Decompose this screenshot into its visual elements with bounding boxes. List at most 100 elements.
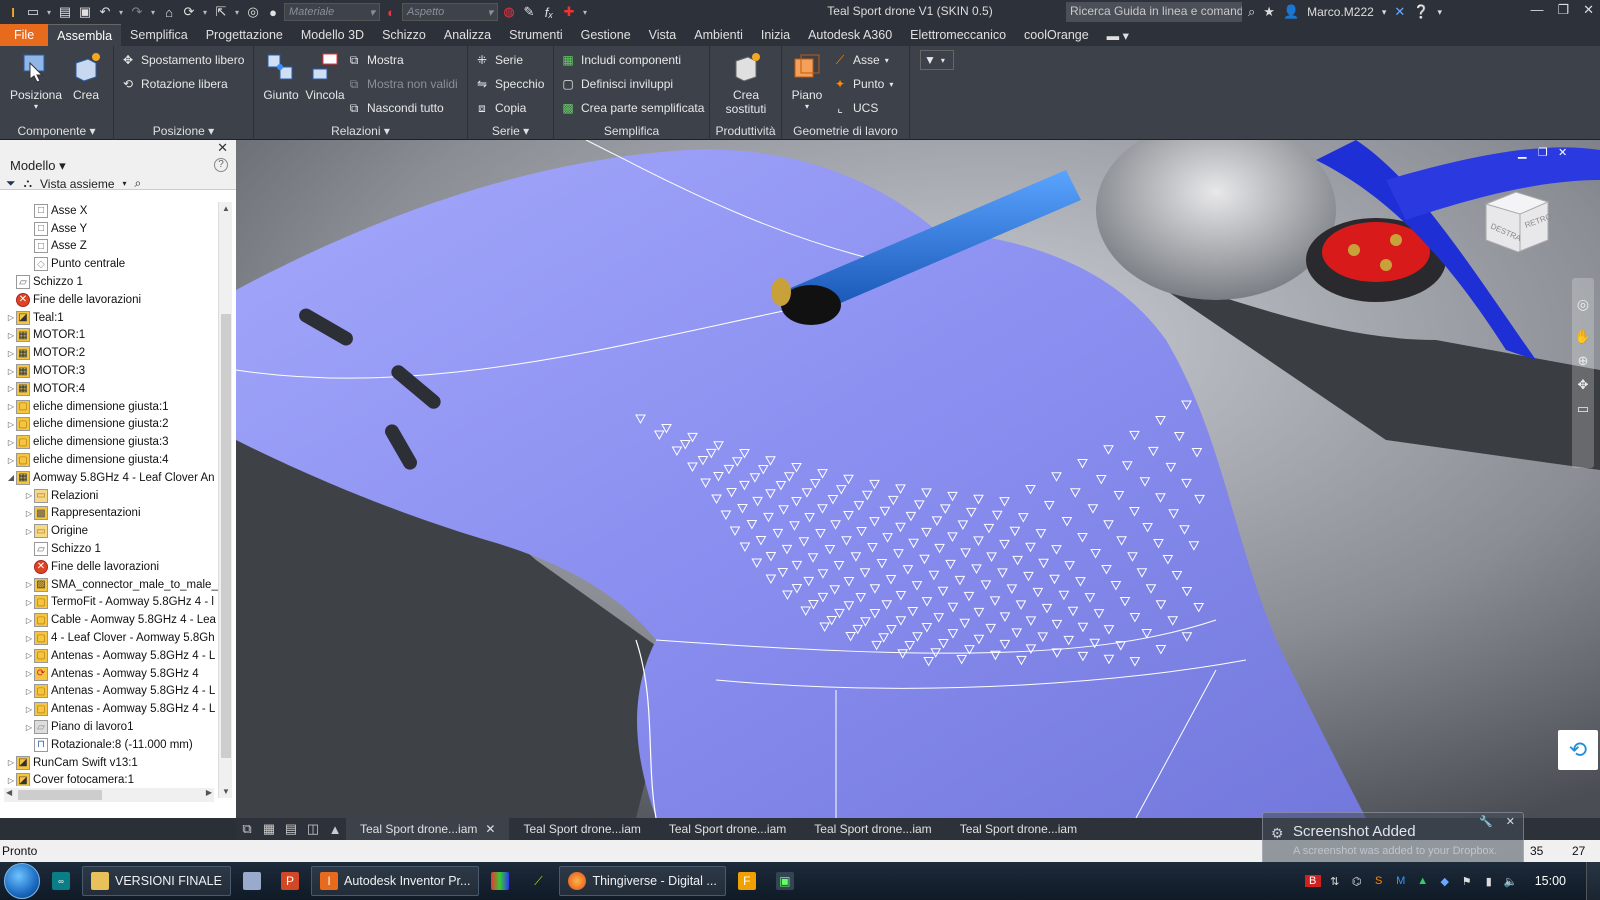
settings-icon[interactable]: 🔧 [1479,815,1493,828]
tab-analizza[interactable]: Analizza [435,24,500,46]
user-name[interactable]: Marco.M222 [1307,5,1374,19]
expand-icon[interactable]: ▷ [24,705,34,714]
browser-node[interactable]: ▱ Schizzo 1 [0,273,218,291]
ribbon-extra-dropdown[interactable]: ▼ ▾ [920,50,954,70]
color-icon[interactable]: ● [264,3,282,21]
free-move-button[interactable]: ✥ Spostamento libero [120,50,244,70]
browser-node[interactable]: ▱ Schizzo 1 [0,540,218,558]
filter-icon[interactable]: ⏷ [6,176,16,191]
browser-node[interactable]: ▷ ▭ Relazioni [0,487,218,505]
viewcube[interactable]: DESTRA RETRO [1476,184,1556,254]
expand-icon[interactable]: ▷ [6,776,16,785]
panel-title-componente[interactable]: Componente ▾ [0,124,113,138]
tray-volume-icon[interactable]: 🔈 [1503,875,1519,888]
show-desktop-button[interactable] [1586,862,1600,900]
scroll-right-icon[interactable]: ▶ [206,788,212,797]
redo-dropdown-icon[interactable]: ▾ [148,8,158,17]
expand-icon[interactable]: ▷ [6,313,16,322]
appearance-combo[interactable]: Aspetto ▾ [402,3,498,21]
expand-icon[interactable]: ▷ [24,687,34,696]
expand-icon[interactable]: ▷ [6,331,16,340]
taskbar-versioni-finale[interactable]: VERSIONI FINALE [82,866,231,896]
pattern-button[interactable]: ⁜ Serie [474,50,523,70]
crea-button[interactable]: Crea [64,50,108,102]
tab-vista[interactable]: Vista [640,24,686,46]
browser-node[interactable]: ▷ ▢ Antenas - Aomway 5.8GHz 4 - L [0,683,218,701]
browser-horizontal-scrollbar[interactable]: ◀ ▶ [4,788,214,802]
browser-title[interactable]: Modello ▾ [10,158,66,174]
appearance-icon[interactable]: ◐ [382,3,400,21]
expand-icon[interactable]: ▷ [6,758,16,767]
update-icon[interactable]: ⟳ [180,3,198,21]
close-icon[interactable]: ✕ [1506,815,1515,828]
copy-button[interactable]: ⧈ Copia [474,98,526,118]
create-simplified-part-button[interactable]: ▩ Crea parte semplificata [560,98,704,118]
taskbar-firefox[interactable]: Thingiverse - Digital ... [559,866,726,896]
browser-node[interactable]: ▷ ◪ Cover fotocamera:1 [0,772,218,786]
taskbar-clock[interactable]: 15:00 [1535,874,1566,888]
user-icon[interactable]: 👤 [1283,4,1299,20]
tab-gestione[interactable]: Gestione [572,24,640,46]
free-rotate-button[interactable]: ⟲ Rotazione libera [120,74,228,94]
restore-icon[interactable]: ❐ [1557,2,1569,18]
browser-node[interactable]: ▷ ▦ MOTOR:2 [0,344,218,362]
expand-icon[interactable]: ▷ [24,491,34,500]
dropbox-notification[interactable]: ⚙ 🔧 ✕ Screenshot Added A screenshot was … [1262,812,1524,864]
graphics-viewport[interactable]: ▁ ❐ ✕ DESTRA RETRO ◎ ✋ ⊕ ✥ ▭ ⟲ [236,140,1600,818]
pan-icon[interactable]: ✋ [1572,329,1594,345]
browser-node[interactable]: ✕ Fine delle lavorazioni [0,291,218,309]
browser-node[interactable]: ▷ ▢ Cable - Aomway 5.8GHz 4 - Lea [0,611,218,629]
update-dropdown-icon[interactable]: ▾ [200,8,210,17]
tab-autodesk-a360[interactable]: Autodesk A360 [799,24,901,46]
close-browser-icon[interactable]: ✕ [217,140,228,156]
orbit-icon[interactable]: ✥ [1572,377,1594,393]
browser-node[interactable]: ⊓ Rotazionale:8 (-11.000 mm) [0,736,218,754]
tab-semplifica[interactable]: Semplifica [121,24,197,46]
tray-network-icon[interactable]: ⌬ [1349,875,1365,888]
taskbar-app-4[interactable]: ▣ [768,866,802,896]
user-dropdown-icon[interactable]: ▾ [1382,7,1387,18]
expand-icon[interactable]: ▷ [24,616,34,625]
taskbar-arduino[interactable]: ∞ [44,866,78,896]
tab-modello-3d[interactable]: Modello 3D [292,24,373,46]
expand-icon[interactable]: ▷ [24,634,34,643]
tile-vertical-icon[interactable]: ◫ [302,818,324,840]
minimize-icon[interactable]: — [1530,2,1543,18]
tile-windows-icon[interactable]: ▦ [258,818,280,840]
tray-app-icon[interactable]: B [1304,875,1321,887]
taskbar-powerpoint[interactable]: P [273,866,307,896]
work-axis-button[interactable]: ⟋ Asse ▾ [832,50,889,70]
browser-vertical-scrollbar[interactable]: ▲ ▼ [218,202,232,798]
expand-icon[interactable]: ▷ [24,527,34,536]
expand-icon[interactable]: ▷ [6,349,16,358]
undo-dropdown-icon[interactable]: ▾ [116,8,126,17]
show-button[interactable]: ⧉ Mostra [346,50,404,70]
steering-wheel-icon[interactable]: ◎ [1572,296,1594,313]
expand-icon[interactable]: ▷ [24,669,34,678]
share-icon[interactable]: ⟲ [1558,730,1598,770]
browser-node[interactable]: ◢ ▦ Aomway 5.8GHz 4 - Leaf Clover An [0,469,218,487]
giunto-button[interactable]: Giunto [256,50,306,102]
expand-icon[interactable]: ▷ [6,384,16,393]
browser-node[interactable]: □ Asse Z [0,238,218,256]
tray-drive-icon[interactable]: ▲ [1415,875,1431,887]
zoom-icon[interactable]: ⊕ [1572,353,1594,369]
adjust-icon[interactable]: ◍ [500,3,518,21]
redo-icon[interactable]: ↷ [128,3,146,21]
work-plane-button[interactable]: Piano ▾ [782,50,832,111]
browser-node[interactable]: ◇ Punto centrale [0,255,218,273]
open-icon[interactable]: ▤ [56,3,74,21]
undo-icon[interactable]: ↶ [96,3,114,21]
save-icon[interactable]: ▣ [76,3,94,21]
vincola-button[interactable]: Vincola [300,50,350,102]
close-icon[interactable]: ✕ [1583,2,1594,18]
tab-file[interactable]: File [0,24,49,46]
ribbon-display-toggle[interactable]: ▬ ▾ [1098,24,1138,46]
panel-title-posizione[interactable]: Posizione ▾ [114,124,253,138]
scrollbar-thumb[interactable] [18,790,102,800]
browser-node[interactable]: ▷ ▦ MOTOR:4 [0,380,218,398]
expand-icon[interactable]: ▷ [6,402,16,411]
select-icon[interactable]: ⇱ [212,3,230,21]
material-combo[interactable]: Materiale ▾ [284,3,380,21]
browser-node[interactable]: ▷ ▨ SMA_connector_male_to_male_ [0,576,218,594]
